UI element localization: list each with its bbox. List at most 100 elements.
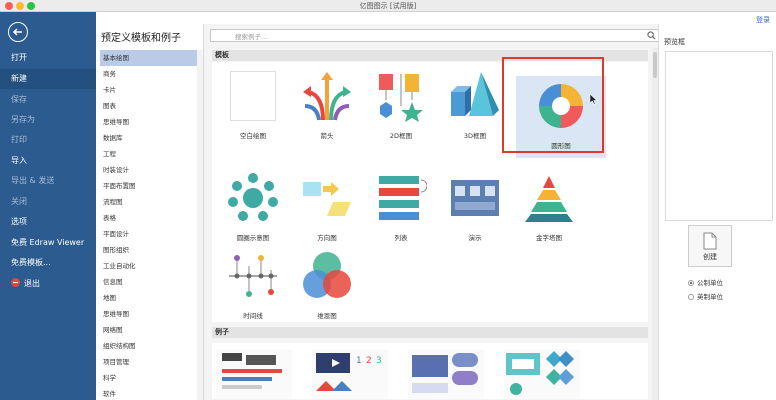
template-tile-timeline[interactable]: 时间线 xyxy=(220,250,286,320)
examples-row: 123 xyxy=(212,343,648,399)
template-tile-3d-block[interactable]: 3D框图 xyxy=(442,70,508,140)
category-item[interactable]: 工业自动化 xyxy=(100,258,200,274)
template-tile-pyramid[interactable]: 金字塔图 xyxy=(516,172,582,242)
tile-label: 2D框图 xyxy=(389,132,413,140)
sidebar-item[interactable]: 打印 xyxy=(0,130,96,150)
category-item[interactable]: 网络图 xyxy=(100,322,200,338)
sidebar-item[interactable]: 新建 xyxy=(0,69,96,89)
examples-section-header: 例子 xyxy=(212,327,648,338)
template-tile-2d-block[interactable]: 2D框图 xyxy=(368,70,434,140)
sidebar-item[interactable]: 另存为 xyxy=(0,110,96,130)
sidebar-item-label: 新建 xyxy=(11,74,27,83)
category-item[interactable]: 平面设计 xyxy=(100,226,200,242)
sidebar-item[interactable]: 关闭 xyxy=(0,192,96,212)
tile-label: 时间线 xyxy=(243,312,263,320)
example-thumbnail[interactable] xyxy=(216,349,292,399)
search-placeholder: 搜索例子... xyxy=(235,33,268,41)
sidebar-item[interactable]: 免费模板... xyxy=(0,253,96,273)
template-tile-blank[interactable]: 空白绘图 xyxy=(220,70,286,140)
template-tile-presentation[interactable]: 演示 xyxy=(442,172,508,242)
category-item[interactable]: 工程 xyxy=(100,146,200,162)
pyramid-icon xyxy=(525,176,573,222)
unit-option-metric[interactable]: 公制单位 xyxy=(688,277,723,287)
template-tile-direction[interactable]: 方向图 xyxy=(294,172,360,242)
sidebar-item-label: 打开 xyxy=(11,53,27,62)
tile-label: 方向图 xyxy=(317,234,337,242)
search-icon[interactable] xyxy=(647,31,656,40)
category-panel: 预定义模板和例子 基本绘图 商务 卡片 图表 思维导图 数据库 工程 时装设计 平面布置图 流程图… xyxy=(96,24,204,400)
svg-text:2: 2 xyxy=(366,356,372,366)
category-item[interactable]: 图表 xyxy=(100,98,200,114)
sidebar-item-label: 免费模板... xyxy=(11,258,51,267)
tile-label: 列表 xyxy=(394,234,408,242)
sidebar-item[interactable]: 保存 xyxy=(0,90,96,110)
category-item[interactable]: 卡片 xyxy=(100,82,200,98)
category-item[interactable]: 商务 xyxy=(100,66,200,82)
category-item[interactable]: 表格 xyxy=(100,210,200,226)
template-tile-venn[interactable]: 维恩图 xyxy=(294,250,360,320)
category-item[interactable]: 思维导图 xyxy=(100,306,200,322)
create-button-label: 创建 xyxy=(703,253,717,261)
sidebar-item-label: 打印 xyxy=(11,135,27,144)
unit-option-imperial[interactable]: 英制单位 xyxy=(688,291,723,301)
sidebar-item[interactable]: 导入 xyxy=(0,151,96,171)
sidebar: 打开新建保存 另存为打印导入导出 & 发送 关闭选项免费 Edraw Viewer 免… xyxy=(0,12,96,400)
radio-selected-icon xyxy=(688,280,694,286)
category-item[interactable]: 地图 xyxy=(100,290,200,306)
sidebar-item-label: 关闭 xyxy=(11,197,27,206)
sidebar-item[interactable]: 退出 xyxy=(0,274,96,294)
sidebar-item-label: 退出 xyxy=(24,279,40,288)
category-list: 基本绘图 商务 卡片 图表 思维导图 数据库 工程 时装设计 平面布置图 流程图 表格 平面设计 图形组… xyxy=(100,50,200,400)
selection-highlight xyxy=(502,57,604,153)
tile-label: 空白绘图 xyxy=(240,132,266,140)
sidebar-item-label: 导出 & 发送 xyxy=(11,176,55,185)
category-item[interactable]: 基本绘图 xyxy=(100,50,200,66)
back-arrow-icon xyxy=(12,28,22,36)
tile-label: 演示 xyxy=(468,234,482,242)
template-tile-list[interactable]: 列表 xyxy=(368,172,434,242)
example-thumbnail[interactable]: 123 xyxy=(312,349,388,399)
template-tile-arrows[interactable]: 箭头 xyxy=(294,70,360,140)
radio-unselected-icon xyxy=(688,294,694,300)
category-item[interactable]: 流程图 xyxy=(100,194,200,210)
template-tile-circle-diagram[interactable]: 圆圈示意图 xyxy=(220,172,286,242)
exit-icon xyxy=(11,278,20,287)
category-item[interactable]: 信息图 xyxy=(100,274,200,290)
window-title: 亿图图示 [试用版] xyxy=(359,2,417,10)
category-item[interactable]: 时装设计 xyxy=(100,162,200,178)
gallery-scroll-thumb[interactable] xyxy=(653,52,657,78)
svg-text:1: 1 xyxy=(356,356,362,366)
category-item[interactable]: 数据库 xyxy=(100,130,200,146)
back-button[interactable] xyxy=(8,22,28,42)
sidebar-item[interactable]: 导出 & 发送 xyxy=(0,171,96,191)
category-item[interactable]: 科学 xyxy=(100,370,200,386)
sidebar-item[interactable]: 选项 xyxy=(0,212,96,232)
example-thumbnail[interactable] xyxy=(408,349,484,399)
category-item[interactable]: 平面布置图 xyxy=(100,178,200,194)
category-panel-title: 预定义模板和例子 xyxy=(101,33,181,44)
sidebar-item[interactable]: 免费 Edraw Viewer xyxy=(0,233,96,253)
preview-title: 预览框 xyxy=(664,38,685,46)
category-item[interactable]: 组织结构图 xyxy=(100,338,200,354)
list-icon xyxy=(379,176,427,220)
search-input[interactable]: 搜索例子... xyxy=(210,29,660,42)
category-item[interactable]: 思维导图 xyxy=(100,114,200,130)
template-gallery: 搜索例子... 模板 空白绘图 箭头 2D框图 3D框图 圆形图 圆圈示意图 方… xyxy=(204,24,660,400)
2d-block-icon xyxy=(379,74,423,122)
create-button[interactable]: 创建 xyxy=(688,225,732,267)
category-item[interactable]: 项目管理 xyxy=(100,354,200,370)
example-thumbnail[interactable] xyxy=(504,349,580,399)
category-item[interactable]: 软件 xyxy=(100,386,200,400)
category-scrollbar[interactable] xyxy=(197,50,203,400)
blank-page-icon xyxy=(230,71,276,121)
sidebar-item[interactable]: 打开 xyxy=(0,48,96,68)
presentation-icon xyxy=(451,180,499,216)
venn-icon xyxy=(303,252,351,298)
circle-diagram-icon xyxy=(228,173,278,221)
category-item[interactable]: 图形组织 xyxy=(100,242,200,258)
new-document-icon xyxy=(703,232,717,250)
3d-block-icon xyxy=(451,72,499,116)
sidebar-item-label: 免费 Edraw Viewer xyxy=(11,238,85,247)
timeline-icon xyxy=(229,255,277,297)
window-titlebar: 亿图图示 [试用版] xyxy=(0,0,776,12)
